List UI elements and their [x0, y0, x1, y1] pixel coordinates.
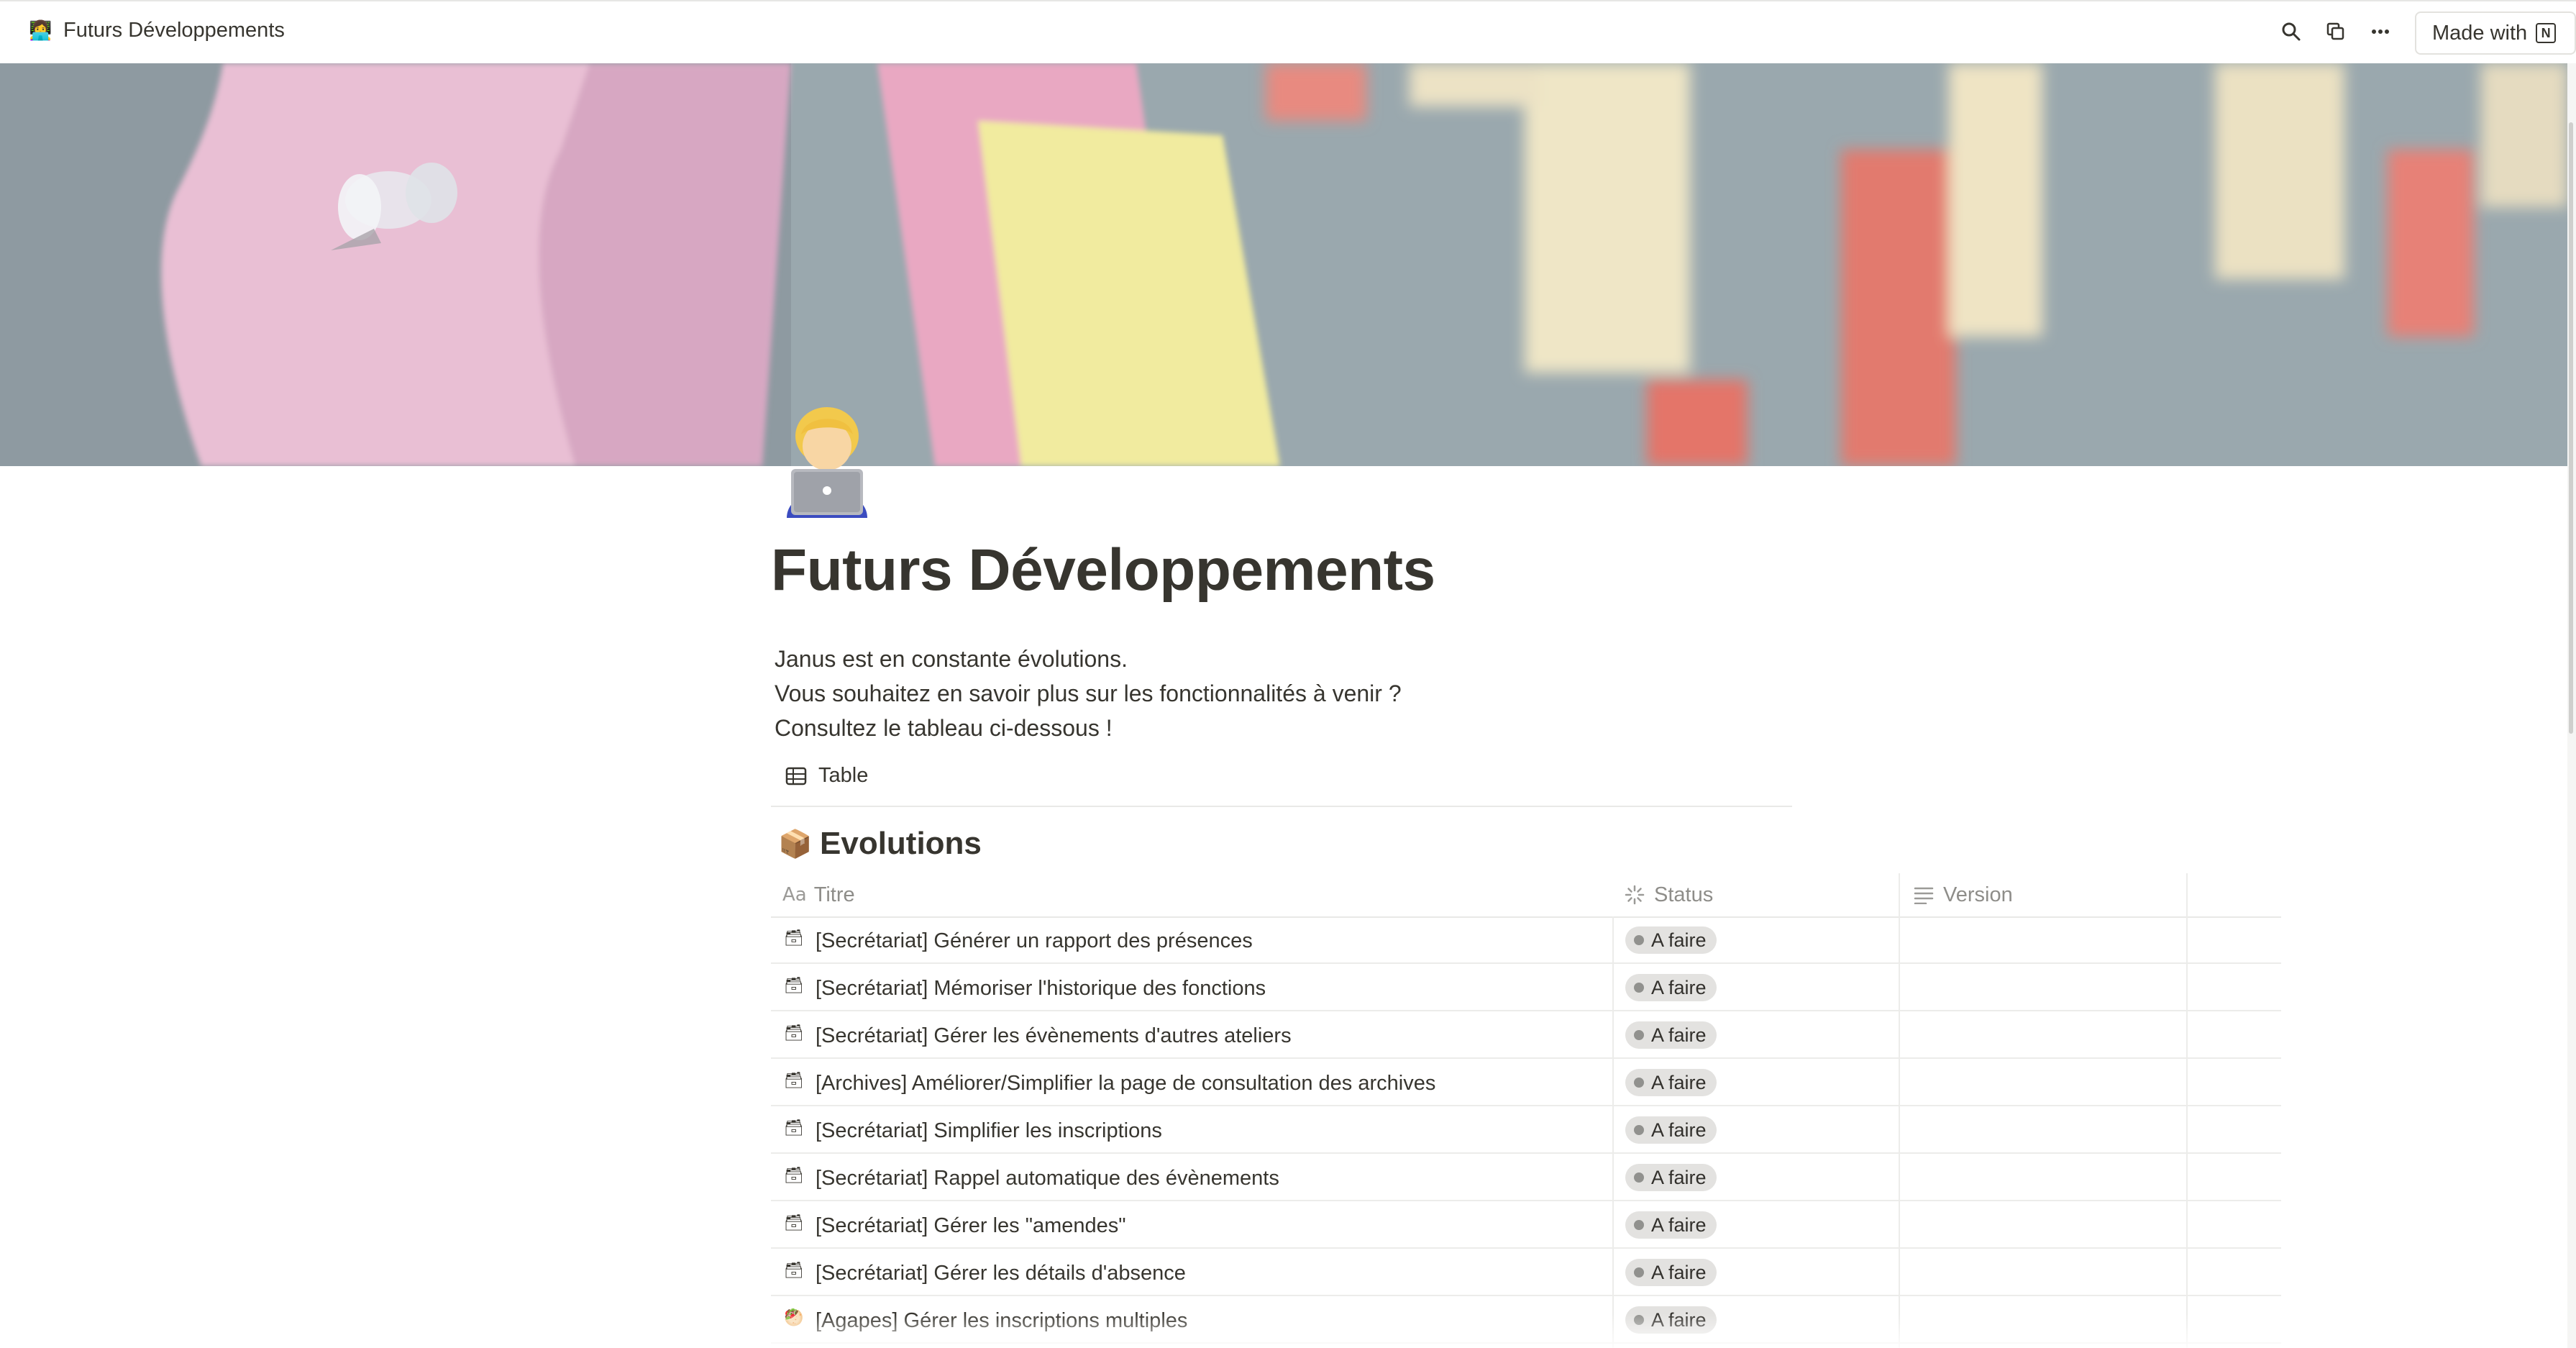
status-badge[interactable]: A faire — [1625, 1259, 1717, 1286]
search-icon[interactable] — [2277, 17, 2306, 46]
status-icon — [1625, 885, 1645, 905]
description-line: Vous souhaitez en savoir plus sur les fo… — [775, 680, 1402, 706]
status-badge[interactable]: A faire — [1625, 926, 1717, 954]
page-title[interactable]: Futurs Développements — [771, 537, 1435, 604]
table-row[interactable]: 🗃 [Secrétariat] Mémoriser l'historique d… — [771, 965, 2281, 1011]
row-page-icon: 🗃 — [784, 1262, 804, 1280]
status-dot-icon — [1634, 983, 1644, 993]
database-title[interactable]: 📦 Evolutions — [778, 826, 982, 862]
table-row[interactable]: 🗃 [Secrétariat] Rappel automatique des é… — [771, 1155, 2281, 1201]
page-description: Janus est en constante évolutions. Vous … — [775, 642, 1402, 745]
row-title[interactable]: [Secrétariat] Mémoriser l'historique des… — [816, 977, 1266, 1001]
row-page-icon: 🗃 — [784, 977, 804, 995]
status-label: A faire — [1651, 976, 1707, 998]
table-row[interactable]: 🗃 [Secrétariat] Générer un rapport des p… — [771, 918, 2281, 964]
view-tab-table[interactable]: Table — [785, 764, 868, 788]
status-badge[interactable]: A faire — [1625, 1116, 1717, 1144]
description-line: Janus est en constante évolutions. — [775, 646, 1128, 672]
scrollbar-thumb[interactable] — [2569, 122, 2573, 734]
column-header-label: Version — [1943, 883, 2013, 906]
cover-image-art — [0, 63, 2567, 466]
status-badge[interactable]: A faire — [1625, 974, 1717, 1001]
status-dot-icon — [1634, 1125, 1644, 1135]
table-row[interactable]: 🗃 [Secrétariat] Gérer les évènements d'a… — [771, 1013, 2281, 1059]
title-property-icon: Aa — [782, 884, 807, 906]
status-label: A faire — [1651, 1024, 1707, 1046]
made-with-notion-button[interactable]: Made with N — [2415, 12, 2576, 55]
column-header-label: Status — [1654, 883, 1714, 906]
row-page-icon: 🗃 — [784, 1072, 804, 1090]
row-title[interactable]: [Archives] Améliorer/Simplifier la page … — [816, 1072, 1435, 1096]
database-icon: 📦 — [778, 827, 813, 860]
table-row[interactable]: 🗃 [Archives] Améliorer/Simplifier la pag… — [771, 1060, 2281, 1106]
column-header-status[interactable]: Status — [1624, 873, 1713, 916]
row-page-icon: 🗃 — [784, 1167, 804, 1185]
view-tab-label: Table — [818, 764, 869, 787]
status-badge[interactable]: A faire — [1625, 1021, 1717, 1049]
technologist-icon — [787, 407, 867, 518]
table-icon — [785, 767, 807, 785]
text-icon — [1914, 887, 1934, 904]
made-with-label: Made with — [2432, 21, 2528, 45]
status-dot-icon — [1634, 1220, 1644, 1230]
column-header-label: Titre — [813, 883, 855, 906]
breadcrumb-page-icon: 👩‍💻 — [29, 19, 52, 42]
notion-logo-icon: N — [2536, 23, 2557, 43]
more-icon[interactable] — [2366, 17, 2395, 46]
column-header-version[interactable]: Version — [1913, 873, 2013, 916]
status-label: A faire — [1651, 1261, 1707, 1283]
status-badge[interactable]: A faire — [1625, 1164, 1717, 1191]
status-dot-icon — [1634, 1172, 1644, 1183]
database-name[interactable]: Evolutions — [820, 826, 982, 862]
status-dot-icon — [1634, 1030, 1644, 1040]
status-dot-icon — [1634, 1267, 1644, 1278]
view-divider — [771, 806, 1792, 807]
status-dot-icon — [1634, 935, 1644, 945]
bottom-fade — [0, 1313, 2567, 1348]
duplicate-icon[interactable] — [2321, 17, 2350, 46]
row-title[interactable]: [Secrétariat] Gérer les évènements d'aut… — [816, 1024, 1292, 1048]
row-title[interactable]: [Secrétariat] Rappel automatique des évè… — [816, 1167, 1279, 1190]
top-bar: 👩‍💻 Futurs Développements Made with N — [0, 0, 2576, 63]
status-label: A faire — [1651, 1166, 1707, 1188]
status-label: A faire — [1651, 1071, 1707, 1093]
row-title[interactable]: [Secrétariat] Générer un rapport des pré… — [816, 929, 1253, 953]
row-page-icon: 🗃 — [784, 929, 804, 947]
breadcrumb-page-title[interactable]: Futurs Développements — [63, 19, 285, 42]
row-page-icon: 🗃 — [784, 1024, 804, 1042]
table-row[interactable]: 🗃 [Secrétariat] Simplifier les inscripti… — [771, 1108, 2281, 1154]
status-badge[interactable]: A faire — [1625, 1069, 1717, 1096]
row-page-icon: 🗃 — [784, 1119, 804, 1137]
status-label: A faire — [1651, 929, 1707, 951]
table-row[interactable]: 🗃 [Secrétariat] Gérer les "amendes" A fa… — [771, 1203, 2281, 1249]
table-header: Aa Titre Status Version — [771, 873, 2281, 918]
description-line: Consultez le tableau ci-dessous ! — [775, 715, 1113, 741]
status-label: A faire — [1651, 1119, 1707, 1141]
cover-image — [0, 63, 2567, 466]
status-label: A faire — [1651, 1213, 1707, 1236]
breadcrumb[interactable]: 👩‍💻 Futurs Développements — [29, 19, 285, 42]
row-title[interactable]: [Secrétariat] Gérer les "amendes" — [816, 1214, 1126, 1238]
page-icon[interactable] — [777, 403, 877, 518]
table-row[interactable]: 🗃 [Secrétariat] Gérer les détails d'abse… — [771, 1250, 2281, 1296]
column-header-titre[interactable]: Aa Titre — [782, 873, 855, 916]
row-title[interactable]: [Secrétariat] Gérer les détails d'absenc… — [816, 1262, 1186, 1285]
status-badge[interactable]: A faire — [1625, 1211, 1717, 1239]
row-title[interactable]: [Secrétariat] Simplifier les inscription… — [816, 1119, 1162, 1143]
status-dot-icon — [1634, 1078, 1644, 1088]
row-page-icon: 🗃 — [784, 1214, 804, 1232]
